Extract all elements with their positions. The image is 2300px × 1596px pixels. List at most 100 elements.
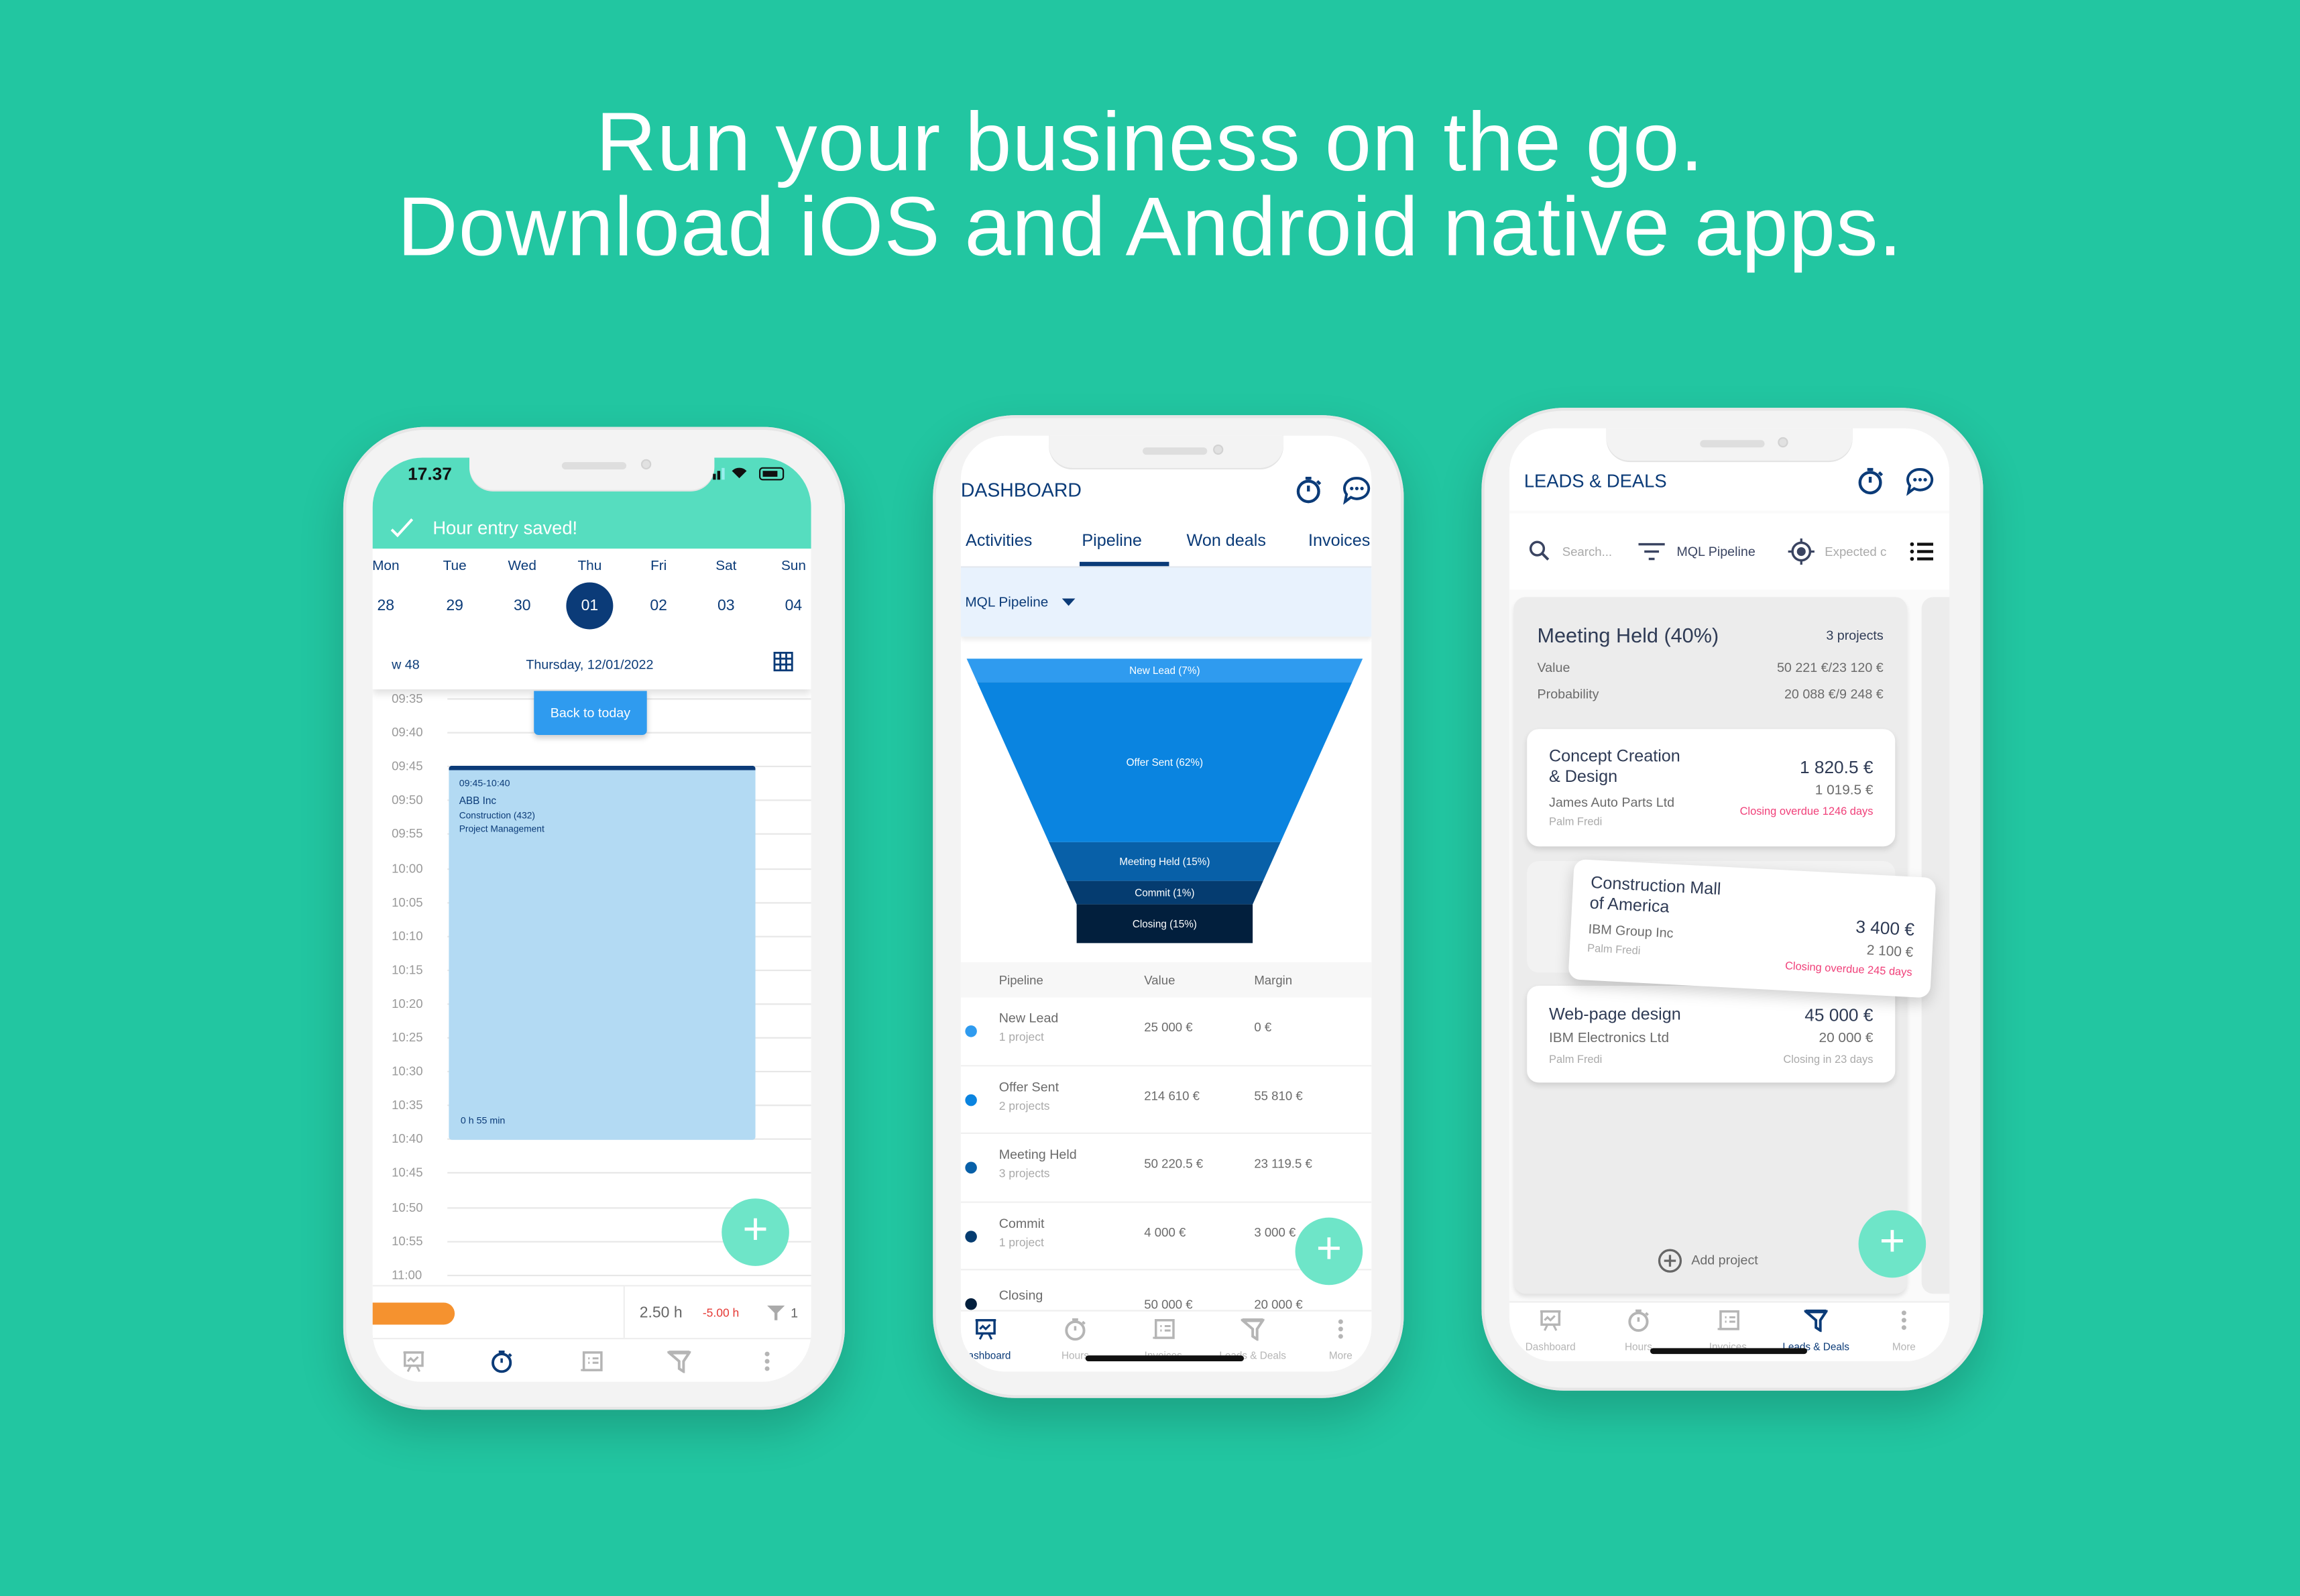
time-label: 09:50: [392, 792, 423, 807]
invoices-icon: [1717, 1310, 1739, 1330]
stage-value: 50 220.5 €: [1144, 1155, 1204, 1171]
day-date[interactable]: 29: [446, 597, 463, 614]
deal-title-line-2: of America: [1589, 895, 1670, 917]
hours-icon: [1065, 1318, 1086, 1341]
day-date[interactable]: 01: [581, 597, 599, 614]
check-icon: [390, 518, 414, 538]
target-icon[interactable]: [1788, 538, 1815, 565]
deal-card[interactable]: Web-page design IBM Electronics Ltd Palm…: [1527, 986, 1896, 1083]
nav-item-invoices[interactable]: Invoices: [1119, 1312, 1207, 1371]
time-label: 09:55: [392, 826, 423, 842]
chat-icon[interactable]: [1906, 467, 1937, 496]
pipeline-row[interactable]: New Lead 1 project 25 000 € 0 €: [960, 998, 1372, 1066]
day-date[interactable]: 30: [514, 597, 531, 614]
weekday-label: Wed: [508, 558, 536, 575]
pipeline-row[interactable]: Offer Sent 2 projects 214 610 € 55 810 €: [960, 1066, 1372, 1134]
stage-name: Closing: [998, 1288, 1043, 1303]
stage-margin: 0 €: [1254, 1019, 1272, 1035]
weekday-label: Tue: [443, 558, 467, 575]
add-project-button[interactable]: Add project: [1691, 1253, 1758, 1267]
list-view-icon[interactable]: [1910, 541, 1934, 562]
time-label: 11:00: [392, 1267, 422, 1282]
probability-label: Probability: [1537, 686, 1599, 701]
day-timeline[interactable]: 09:35 09:40 09:45 09:50 09:55 10:00 10:05 10:10…: [373, 689, 811, 1285]
dashboard-screen: DASHBOARD Activities Pipeline Won deals Inv…: [960, 435, 1372, 1372]
sort-field[interactable]: Expected c: [1825, 545, 1892, 559]
leads-deals-icon: [1804, 1309, 1828, 1332]
dashboard-icon: [975, 1319, 996, 1340]
pipeline-row[interactable]: Meeting Held 3 projects 50 220.5 € 23 119.5…: [960, 1134, 1372, 1202]
time-label: 10:50: [392, 1199, 423, 1214]
chat-icon[interactable]: [1342, 475, 1372, 505]
invoices-icon: [1153, 1319, 1175, 1339]
deal-value: 45 000 €: [1804, 1005, 1874, 1026]
nav-item-more[interactable]: More: [1860, 1303, 1948, 1362]
tab-pipeline[interactable]: Pipeline: [1082, 532, 1142, 550]
hour-entry-event[interactable]: 09:45-10:40 ABB Inc Construction (432) P…: [449, 765, 756, 1140]
nav-item-dashboard[interactable]: Dashboard: [961, 1312, 1030, 1371]
column-value: 50 221 €/23 120 €: [1776, 660, 1884, 675]
weekday-label: Fri: [650, 558, 667, 575]
search-input[interactable]: Search...: [1562, 545, 1612, 559]
hours-difference: -5.00 h: [702, 1306, 740, 1320]
nav-item-dashboard[interactable]: Dashboard: [1509, 1303, 1595, 1362]
deal-title: Concept Creation: [1549, 748, 1680, 766]
time-label: 10:55: [392, 1233, 423, 1248]
deal-closing: Closing overdue 245 days: [1784, 959, 1913, 979]
deal-company: IBM Group Inc: [1588, 921, 1674, 941]
weekday-label: Mon: [372, 558, 400, 575]
time-label: 10:00: [392, 860, 423, 875]
back-to-today-button[interactable]: Back to today: [534, 691, 647, 735]
tab-won-deals[interactable]: Won deals: [1187, 532, 1266, 550]
day-date[interactable]: 04: [785, 597, 803, 614]
tab-invoices[interactable]: Invoices: [1308, 532, 1370, 550]
add-button[interactable]: +: [1295, 1217, 1363, 1286]
stage-margin: 55 810 €: [1254, 1088, 1303, 1102]
pipeline-filter[interactable]: MQL Pipeline: [1676, 545, 1755, 559]
event-project: Construction (432): [459, 811, 536, 821]
dragged-deal-card[interactable]: Construction Mall of America IBM Group I…: [1568, 858, 1937, 999]
nav-item-more[interactable]: More: [1297, 1312, 1372, 1371]
time-label: 10:25: [392, 1029, 423, 1045]
funnel-stage-label: Closing (15%): [1133, 919, 1197, 930]
deal-closing: Closing in 23 days: [1783, 1052, 1874, 1066]
add-hour-entry-button[interactable]: +: [722, 1198, 789, 1266]
add-circle-icon[interactable]: [1658, 1249, 1682, 1273]
stage-color-dot: [965, 1298, 977, 1310]
tab-activities[interactable]: Activities: [966, 532, 1032, 550]
weekday-label: Sun: [781, 558, 806, 575]
time-label: 09:45: [392, 758, 423, 774]
nav-item-hours[interactable]: [458, 1339, 546, 1381]
stage-value: 25 000 €: [1144, 1019, 1193, 1035]
nav-item-invoices[interactable]: [547, 1339, 635, 1381]
chevron-down-icon: [1061, 598, 1076, 606]
event-duration: 0 h 55 min: [460, 1116, 506, 1127]
add-button[interactable]: +: [1858, 1210, 1927, 1278]
dashboard-icon: [1540, 1310, 1561, 1331]
pipeline-table-header: Pipeline Value Margin: [960, 962, 1372, 998]
day-date[interactable]: 02: [650, 597, 667, 614]
stage-name: Offer Sent: [998, 1078, 1059, 1094]
filter-icon[interactable]: [1638, 543, 1665, 561]
stage-margin: 23 119.5 €: [1254, 1155, 1312, 1171]
pipeline-selector[interactable]: MQL Pipeline: [960, 567, 1372, 637]
day-date[interactable]: 03: [717, 597, 735, 614]
filter-icon[interactable]: [767, 1304, 785, 1322]
nav-item-hours[interactable]: Hours: [1031, 1312, 1119, 1371]
day-date[interactable]: 28: [378, 597, 395, 614]
search-icon[interactable]: [1528, 540, 1550, 562]
pipeline-select-value: MQL Pipeline: [965, 595, 1049, 612]
deal-owner: Palm Fredi: [1587, 941, 1641, 958]
headline-line-2: Download iOS and Android native apps.: [397, 180, 1903, 275]
nav-item-leads-deals[interactable]: Leads & Deals: [1209, 1312, 1297, 1371]
timer-icon[interactable]: [1857, 467, 1886, 496]
column-title: Meeting Held (40%): [1537, 623, 1719, 647]
more-icon: [1338, 1319, 1343, 1339]
deal-card[interactable]: Concept Creation & Design James Auto Par…: [1527, 729, 1896, 847]
nav-item-more[interactable]: [723, 1339, 811, 1381]
timer-icon[interactable]: [1296, 475, 1325, 505]
calendar-grid-icon[interactable]: [773, 651, 794, 672]
time-label: 10:45: [392, 1165, 423, 1180]
nav-item-dashboard[interactable]: [373, 1339, 458, 1381]
nav-item-leads-deals[interactable]: [635, 1339, 723, 1381]
